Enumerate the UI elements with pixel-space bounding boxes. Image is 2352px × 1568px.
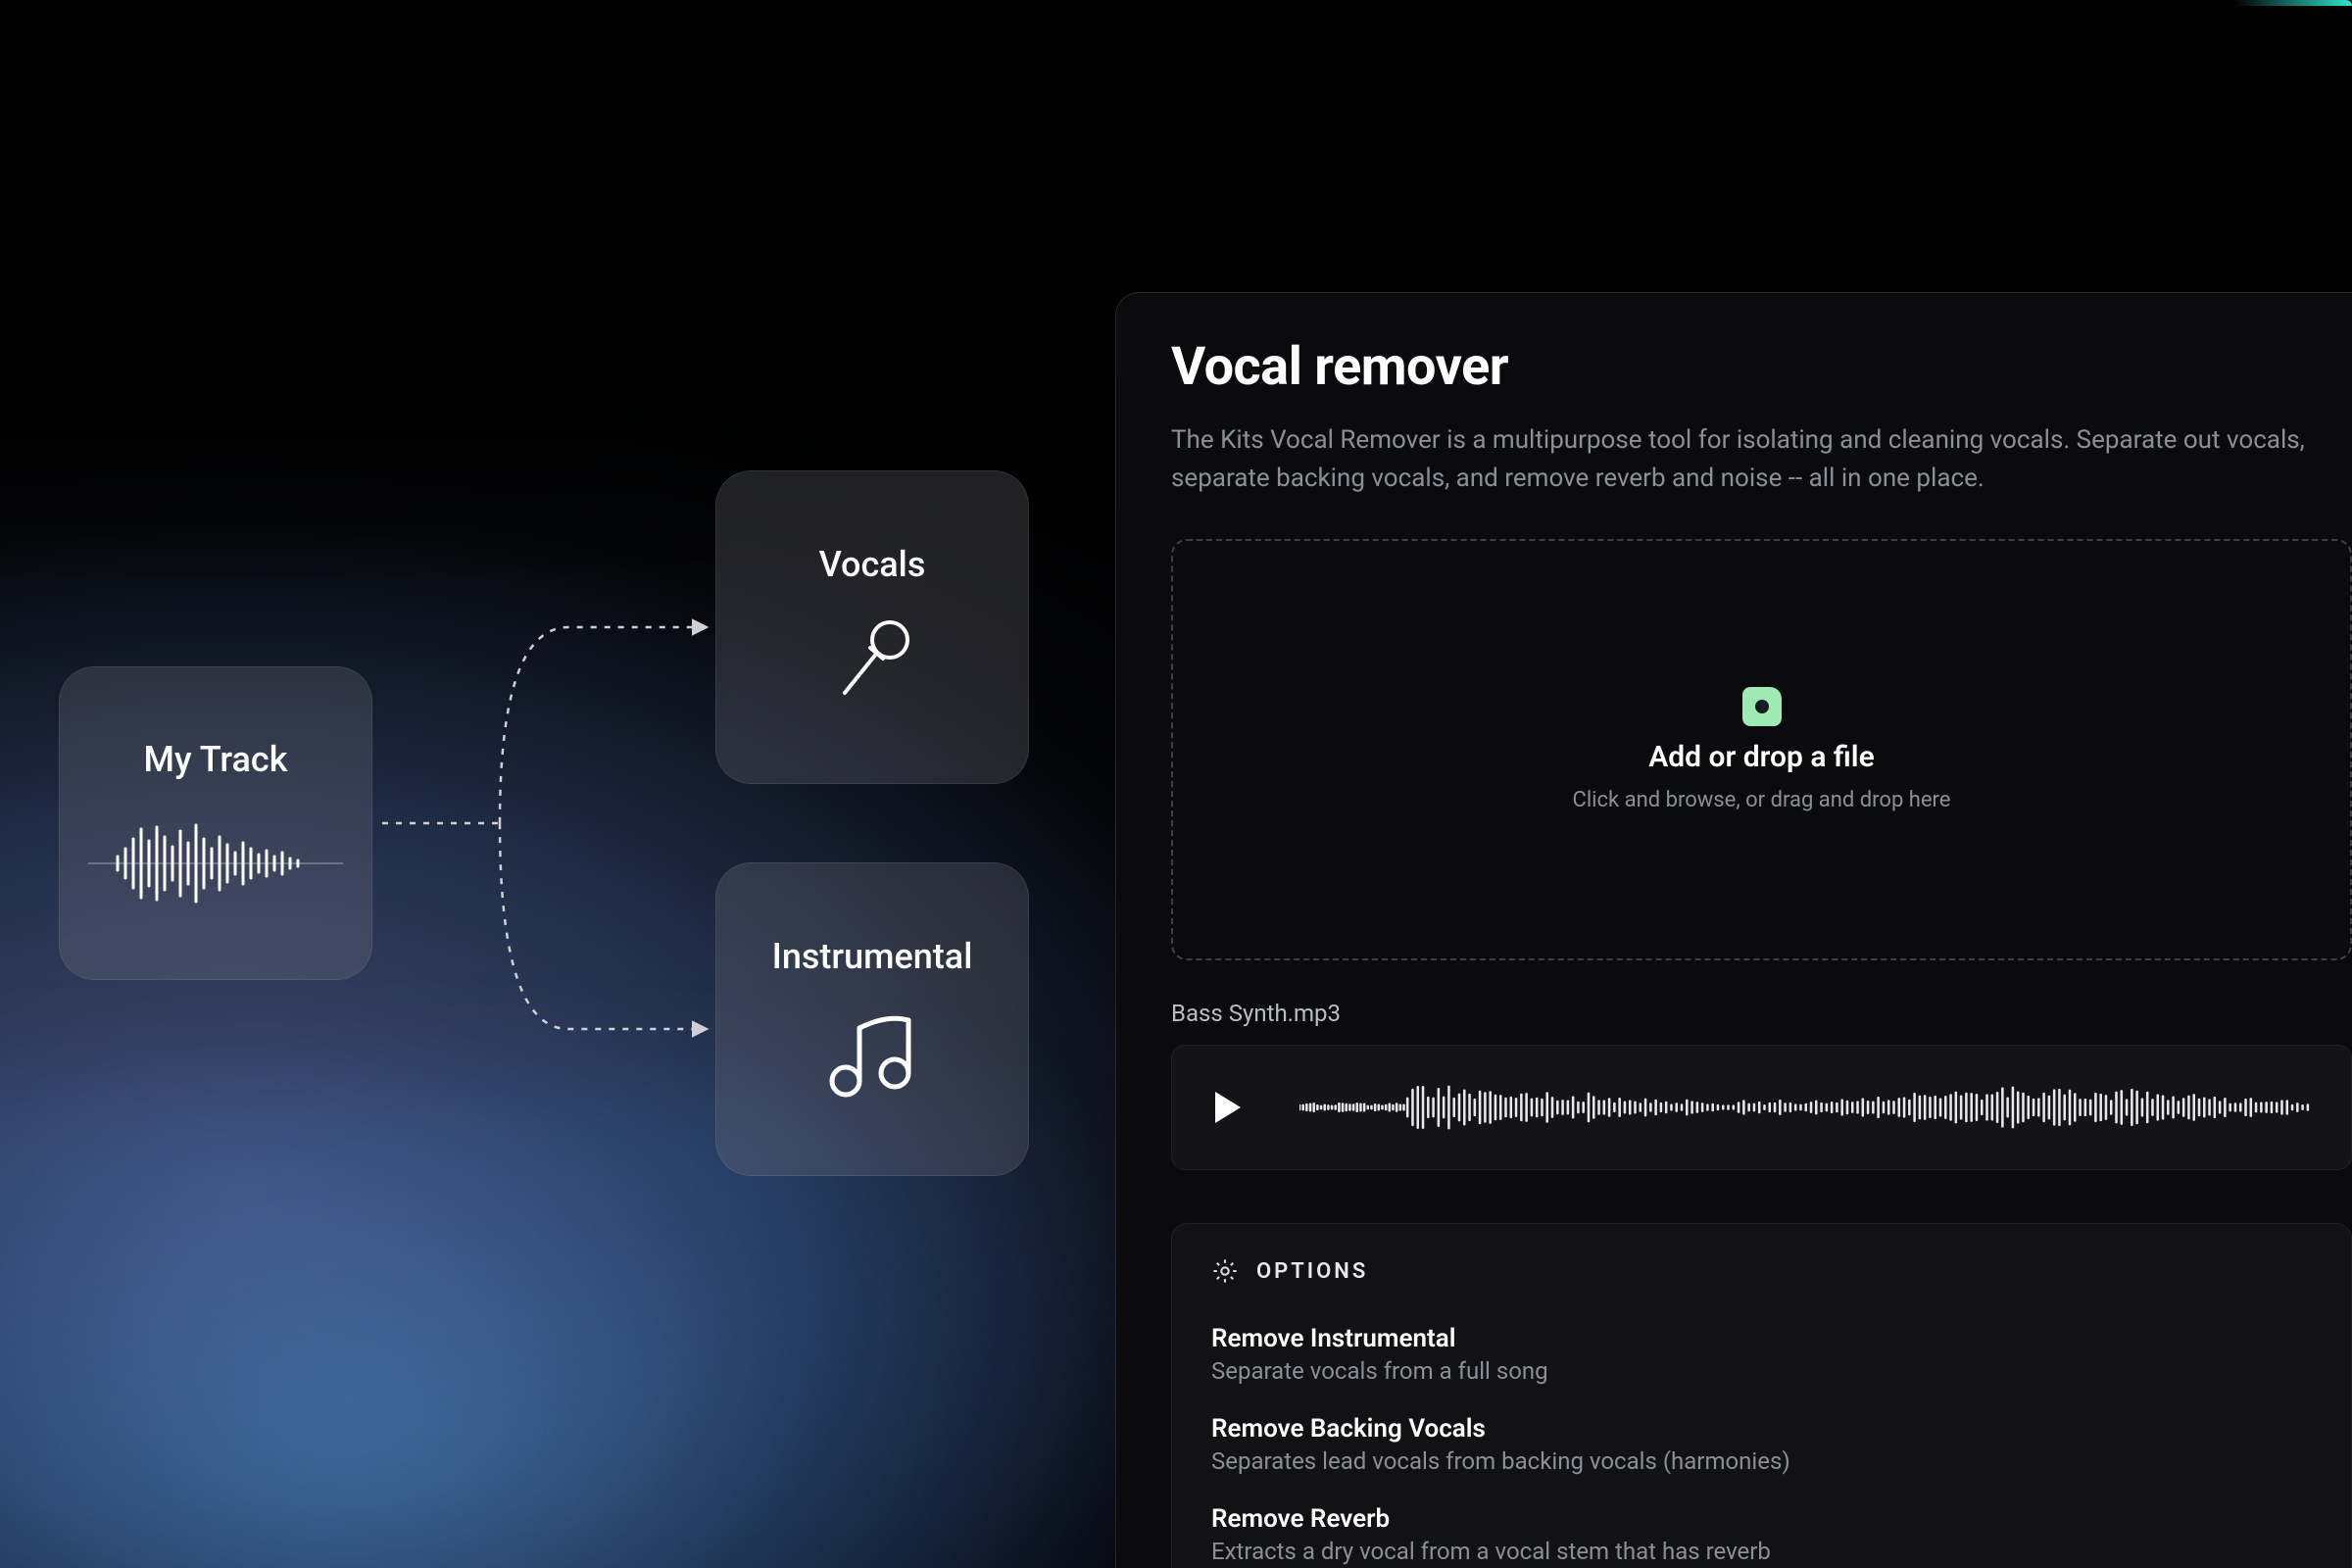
microphone-icon	[823, 612, 921, 710]
page-title: Vocal remover	[1171, 336, 2352, 398]
option-remove-instrumental[interactable]: Remove Instrumental Separate vocals from…	[1211, 1324, 2312, 1385]
option-remove-backing-vocals[interactable]: Remove Backing Vocals Separates lead voc…	[1211, 1414, 2312, 1475]
connector-arrows	[372, 470, 745, 1215]
frame-accent	[2234, 0, 2352, 6]
instrumental-card: Instrumental	[715, 862, 1029, 1176]
option-desc: Separate vocals from a full song	[1211, 1357, 2312, 1385]
vocals-card: Vocals	[715, 470, 1029, 784]
music-notes-icon	[818, 1004, 926, 1102]
option-title: Remove Reverb	[1211, 1504, 2312, 1534]
options-section: OPTIONS Remove Instrumental Separate voc…	[1171, 1223, 2352, 1568]
option-title: Remove Instrumental	[1211, 1324, 2312, 1353]
split-diagram: My Track	[59, 470, 1078, 1215]
instrumental-label: Instrumental	[772, 936, 973, 977]
gear-icon	[1211, 1257, 1239, 1285]
option-desc: Separates lead vocals from backing vocal…	[1211, 1447, 2312, 1475]
option-remove-reverb[interactable]: Remove Reverb Extracts a dry vocal from …	[1211, 1504, 2312, 1565]
waveform-icon	[88, 819, 343, 907]
audio-player	[1171, 1045, 2352, 1170]
option-title: Remove Backing Vocals	[1211, 1414, 2312, 1444]
source-track-card: My Track	[59, 666, 372, 980]
option-desc: Extracts a dry vocal from a vocal stem t…	[1211, 1538, 2312, 1565]
player-waveform[interactable]	[1299, 1073, 2312, 1142]
dropzone-subtitle: Click and browse, or drag and drop here	[1573, 788, 1951, 812]
upload-file-icon	[1742, 687, 1782, 726]
dropzone-title: Add or drop a file	[1648, 740, 1875, 774]
options-header-label: OPTIONS	[1256, 1259, 1368, 1284]
current-filename: Bass Synth.mp3	[1171, 1000, 2352, 1027]
vocal-remover-panel: Vocal remover The Kits Vocal Remover is …	[1115, 292, 2352, 1568]
play-button[interactable]	[1215, 1092, 1241, 1123]
page-description: The Kits Vocal Remover is a multipurpose…	[1171, 421, 2352, 498]
vocals-label: Vocals	[819, 544, 926, 585]
file-dropzone[interactable]: Add or drop a file Click and browse, or …	[1171, 539, 2352, 960]
source-track-label: My Track	[144, 739, 288, 780]
